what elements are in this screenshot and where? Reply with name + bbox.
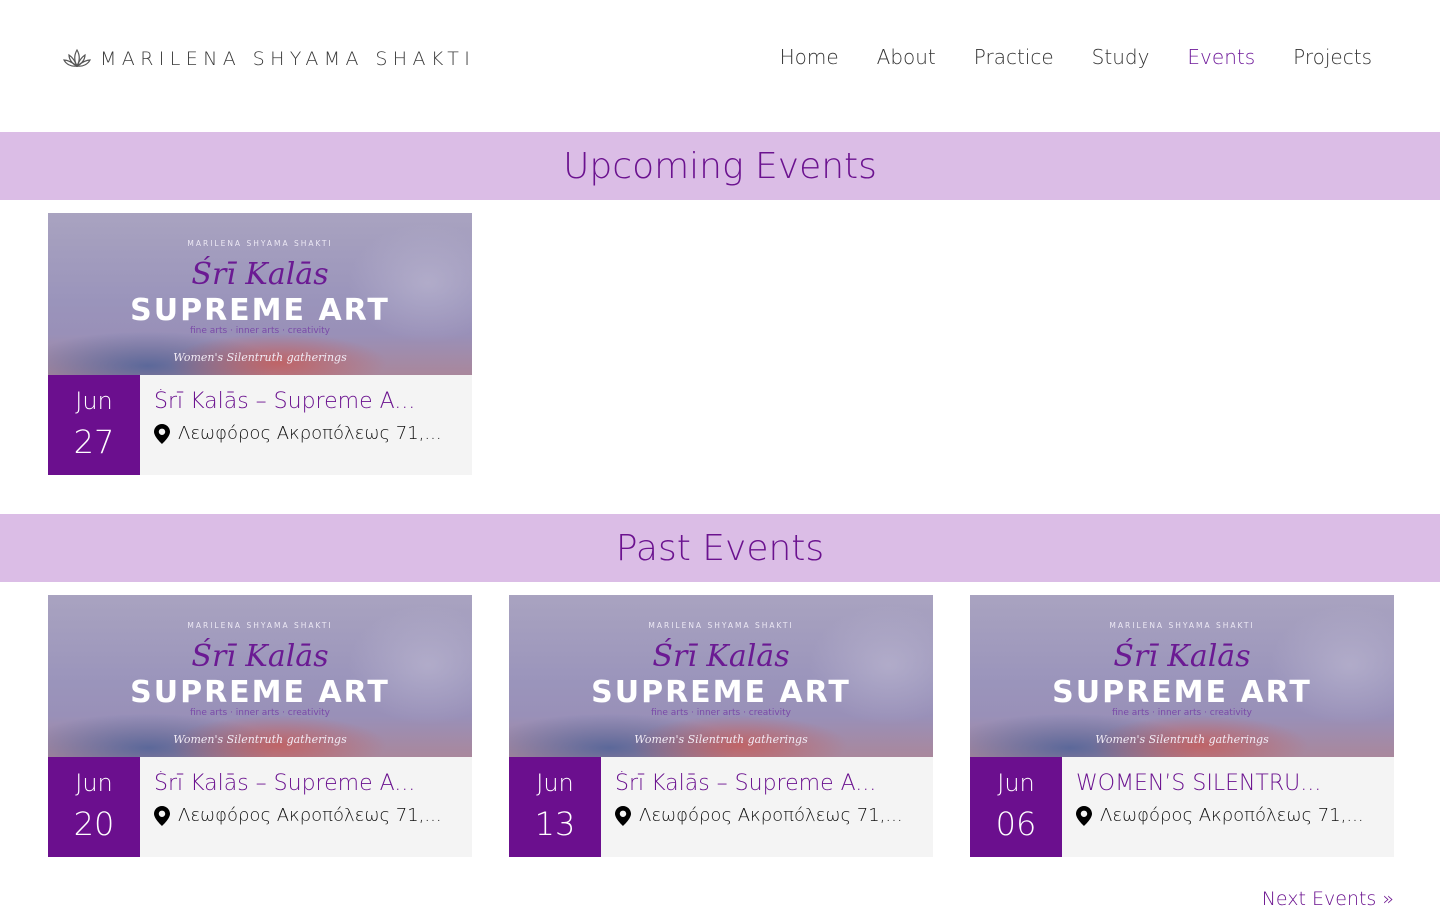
image-headline: SUPREME ART bbox=[1052, 675, 1312, 710]
past-events-heading: Past Events bbox=[615, 527, 825, 569]
event-card-past-1[interactable]: MARILENA SHYAMA SHAKTI Śrī Kalās SUPREME… bbox=[48, 595, 472, 857]
map-pin-icon bbox=[1076, 805, 1092, 826]
site-logo[interactable]: MARILENA SHYAMA SHAKTI bbox=[62, 46, 475, 72]
event-month: Jun bbox=[75, 769, 113, 797]
event-location: Λεωφόρος Ακροπόλεως 71,... bbox=[154, 423, 442, 444]
main-nav: Home About Practice Study Events Project… bbox=[742, 45, 1372, 69]
image-headline: SUPREME ART bbox=[130, 675, 390, 710]
past-events-band: Past Events bbox=[0, 514, 1440, 582]
event-location-text: Λεωφόρος Ακροπόλεως 71,... bbox=[1100, 805, 1364, 826]
event-date: Jun 13 bbox=[509, 757, 601, 857]
image-headline: SUPREME ART bbox=[130, 293, 390, 328]
event-title-link[interactable]: Śrī Kalās – Supreme A... bbox=[154, 389, 464, 414]
event-date: Jun 06 bbox=[970, 757, 1062, 857]
event-location-text: Λεωφόρος Ακροπόλεως 71,... bbox=[178, 423, 442, 444]
event-location: Λεωφόρος Ακροπόλεως 71,... bbox=[615, 805, 903, 826]
image-tagline: Women's Silentruth gatherings bbox=[173, 351, 347, 364]
image-brand-text: MARILENA SHYAMA SHAKTI bbox=[1109, 621, 1255, 630]
nav-events[interactable]: Events bbox=[1187, 45, 1255, 69]
event-month: Jun bbox=[997, 769, 1035, 797]
event-location-text: Λεωφόρος Ακροπόλεως 71,... bbox=[178, 805, 442, 826]
event-day: 13 bbox=[534, 805, 576, 843]
next-events-link[interactable]: Next Events » bbox=[1262, 888, 1394, 910]
event-date: Jun 20 bbox=[48, 757, 140, 857]
event-image[interactable]: MARILENA SHYAMA SHAKTI Śrī Kalās SUPREME… bbox=[970, 595, 1394, 757]
image-tagline: Women's Silentruth gatherings bbox=[1095, 733, 1269, 746]
image-script-text: Śrī Kalās bbox=[191, 257, 329, 292]
nav-study[interactable]: Study bbox=[1092, 45, 1150, 69]
image-brand-text: MARILENA SHYAMA SHAKTI bbox=[187, 621, 333, 630]
image-brand-text: MARILENA SHYAMA SHAKTI bbox=[187, 239, 333, 248]
lotus-icon bbox=[63, 48, 91, 68]
event-title-link[interactable]: Śrī Kalās – Supreme A... bbox=[615, 771, 925, 796]
map-pin-icon bbox=[154, 805, 170, 826]
event-day: 20 bbox=[73, 805, 115, 843]
nav-practice[interactable]: Practice bbox=[974, 45, 1054, 69]
nav-home[interactable]: Home bbox=[780, 45, 839, 69]
upcoming-events-heading: Upcoming Events bbox=[563, 145, 877, 187]
image-script-text: Śrī Kalās bbox=[652, 639, 790, 674]
event-card-past-2[interactable]: MARILENA SHYAMA SHAKTI Śrī Kalās SUPREME… bbox=[509, 595, 933, 857]
event-title-link[interactable]: Śrī Kalās – Supreme A... bbox=[154, 771, 464, 796]
image-headline: SUPREME ART bbox=[591, 675, 851, 710]
event-image[interactable]: MARILENA SHYAMA SHAKTI Śrī Kalās SUPREME… bbox=[48, 595, 472, 757]
event-date: Jun 27 bbox=[48, 375, 140, 475]
event-card-upcoming-1[interactable]: MARILENA SHYAMA SHAKTI Śrī Kalās SUPREME… bbox=[48, 213, 472, 475]
map-pin-icon bbox=[615, 805, 631, 826]
image-subtitle: fine arts · inner arts · creativity bbox=[1111, 708, 1253, 718]
nav-about[interactable]: About bbox=[877, 45, 936, 69]
image-script-text: Śrī Kalās bbox=[1113, 639, 1251, 674]
image-subtitle: fine arts · inner arts · creativity bbox=[650, 708, 792, 718]
event-location-text: Λεωφόρος Ακροπόλεως 71,... bbox=[639, 805, 903, 826]
event-image[interactable]: MARILENA SHYAMA SHAKTI Śrī Kalās SUPREME… bbox=[48, 213, 472, 375]
event-image[interactable]: MARILENA SHYAMA SHAKTI Śrī Kalās SUPREME… bbox=[509, 595, 933, 757]
event-day: 27 bbox=[73, 423, 115, 461]
site-header: MARILENA SHYAMA SHAKTI Home About Practi… bbox=[0, 0, 1440, 118]
event-location: Λεωφόρος Ακροπόλεως 71,... bbox=[1076, 805, 1364, 826]
image-subtitle: fine arts · inner arts · creativity bbox=[189, 326, 331, 336]
image-subtitle: fine arts · inner arts · creativity bbox=[189, 708, 331, 718]
event-location: Λεωφόρος Ακροπόλεως 71,... bbox=[154, 805, 442, 826]
nav-projects[interactable]: Projects bbox=[1293, 45, 1372, 69]
image-tagline: Women's Silentruth gatherings bbox=[634, 733, 808, 746]
event-day: 06 bbox=[995, 805, 1037, 843]
map-pin-icon bbox=[154, 423, 170, 444]
image-script-text: Śrī Kalās bbox=[191, 639, 329, 674]
image-tagline: Women's Silentruth gatherings bbox=[173, 733, 347, 746]
event-card-past-3[interactable]: MARILENA SHYAMA SHAKTI Śrī Kalās SUPREME… bbox=[970, 595, 1394, 857]
event-title-link[interactable]: WOMEN’S SILENTRU... bbox=[1076, 771, 1386, 796]
event-month: Jun bbox=[75, 387, 113, 415]
upcoming-events-band: Upcoming Events bbox=[0, 132, 1440, 200]
event-month: Jun bbox=[536, 769, 574, 797]
image-brand-text: MARILENA SHYAMA SHAKTI bbox=[648, 621, 794, 630]
brand-name: MARILENA SHYAMA SHAKTI bbox=[100, 48, 476, 70]
